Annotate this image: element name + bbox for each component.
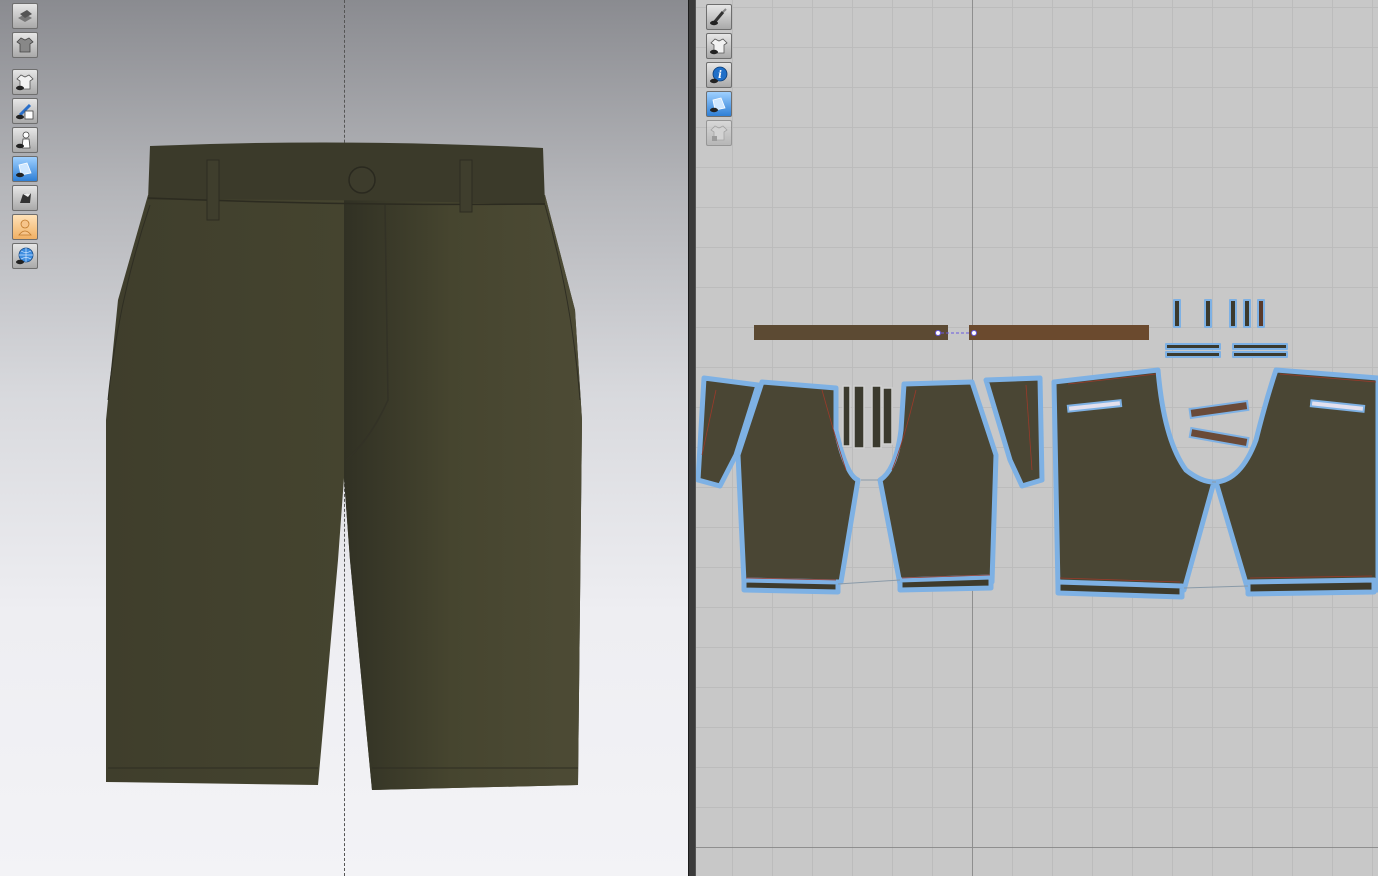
mesh-globe-icon[interactable]	[12, 243, 38, 269]
brush-icon[interactable]	[706, 4, 732, 30]
skin-icon[interactable]	[12, 214, 38, 240]
pieces-icon[interactable]	[12, 156, 38, 182]
pattern-pieces[interactable]	[696, 0, 1378, 876]
garment-icon[interactable]	[12, 32, 38, 58]
viewport-divider[interactable]	[688, 0, 696, 876]
3d-viewport[interactable]	[0, 0, 688, 876]
shorts-3d-render[interactable]	[0, 0, 688, 876]
waistband-right	[969, 325, 1149, 340]
stack-icon[interactable]	[12, 3, 38, 29]
shape-icon[interactable]	[12, 185, 38, 211]
info-icon[interactable]: i	[706, 62, 732, 88]
shirt-icon[interactable]	[706, 33, 732, 59]
texture-icon[interactable]	[706, 91, 732, 117]
texture-icon[interactable]	[12, 98, 38, 124]
waistband-left	[754, 325, 948, 340]
lock-shirt-icon[interactable]	[706, 120, 732, 146]
show-avatar-icon[interactable]	[12, 69, 38, 95]
svg-text:i: i	[718, 70, 722, 81]
avatar-figure-icon[interactable]	[12, 127, 38, 153]
2d-pattern-viewport[interactable]: i	[696, 0, 1378, 876]
